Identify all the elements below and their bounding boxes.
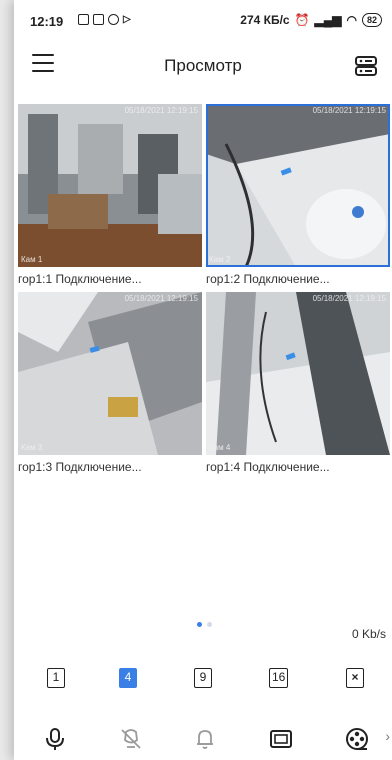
ptz-off-icon[interactable] [118,726,144,752]
signal-icon: ▂▄▆ [314,13,342,27]
device-list-icon[interactable] [354,54,378,78]
camera-tile-3[interactable]: 05/18/2021 12:19:15 Кам 3 гор1:3 Подключ… [18,292,202,477]
video-feed-4[interactable]: 05/18/2021 12:19:15 Кам 4 [206,292,390,455]
video-feed-1[interactable]: 05/18/2021 12:19:15 Кам 1 [18,104,202,267]
microphone-icon[interactable] [42,726,68,752]
bottom-toolbar: › [14,722,392,760]
status-time: 12:19 [30,14,64,29]
page-title: Просмотр [164,56,242,75]
camera-3-image [18,292,202,455]
camera-tile-4[interactable]: 05/18/2021 12:19:15 Кам 4 гор1:4 Подключ… [206,292,390,477]
camera-label: Кам 2 [209,255,231,264]
camera-status-caption: гор1:1 Подключение... [18,272,142,286]
play-icon: ▷ [123,14,131,25]
camera-tile-1[interactable]: 05/18/2021 12:19:15 Кам 1 гор1:1 Подключ… [18,104,202,289]
app-icon [93,14,104,25]
message-icon [78,14,89,25]
fullscreen-icon[interactable] [268,726,294,752]
camera-label: Кам 4 [209,443,231,452]
camera-tile-2[interactable]: 05/18/2021 12:19:15 Кам 2 гор1:2 Подключ… [206,104,390,289]
split-16-button[interactable]: 16 [269,668,289,688]
camera-4-image [206,292,390,455]
network-speed: 274 КБ/с [240,13,290,27]
app-screen: 12:19 ▷ 274 КБ/с ⏰ ▂▄▆ ◠ 82 Просмотр 05/… [14,0,392,760]
camera-status-caption: гор1:2 Подключение... [206,272,330,286]
battery-icon: 82 [361,13,382,27]
video-feed-2[interactable]: 05/18/2021 12:19:15 Кам 2 [206,104,390,267]
split-9-button[interactable]: 9 [194,668,212,688]
status-bar: 12:19 ▷ 274 КБ/с ⏰ ▂▄▆ ◠ 82 [14,0,392,42]
wifi-icon: ◠ [346,13,357,27]
camera-2-image [206,104,390,267]
camera-label: Кам 3 [21,443,43,452]
camera-status-caption: гор1:3 Подключение... [18,460,142,474]
camera-timestamp: 05/18/2021 12:19:15 [312,106,386,115]
app-header: Просмотр [14,42,392,90]
notification-icons: ▷ [78,14,131,25]
bell-icon[interactable] [192,726,218,752]
camera-timestamp: 05/18/2021 12:19:15 [312,294,386,303]
chevron-right-icon[interactable]: › [385,728,390,744]
video-feed-3[interactable]: 05/18/2021 12:19:15 Кам 3 [18,292,202,455]
camera-status-caption: гор1:4 Подключение... [206,460,330,474]
split-selector: 1 4 9 16 × [14,668,392,698]
bitrate-readout: 0 Kb/s [351,627,386,641]
page-indicator[interactable] [197,622,212,627]
record-reel-icon[interactable] [344,726,370,752]
page-dot-2[interactable] [207,622,212,627]
camera-timestamp: 05/18/2021 12:19:15 [124,106,198,115]
status-right: 274 КБ/с ⏰ ▂▄▆ ◠ 82 [240,13,382,27]
alarm-icon: ⏰ [294,13,310,27]
camera-timestamp: 05/18/2021 12:19:15 [124,294,198,303]
shield-icon [108,14,119,25]
page-dot-1[interactable] [197,622,202,627]
camera-1-image [18,104,202,267]
close-all-button[interactable]: × [346,668,364,688]
camera-label: Кам 1 [21,255,43,264]
split-1-button[interactable]: 1 [47,668,65,688]
split-4-button[interactable]: 4 [119,668,137,688]
